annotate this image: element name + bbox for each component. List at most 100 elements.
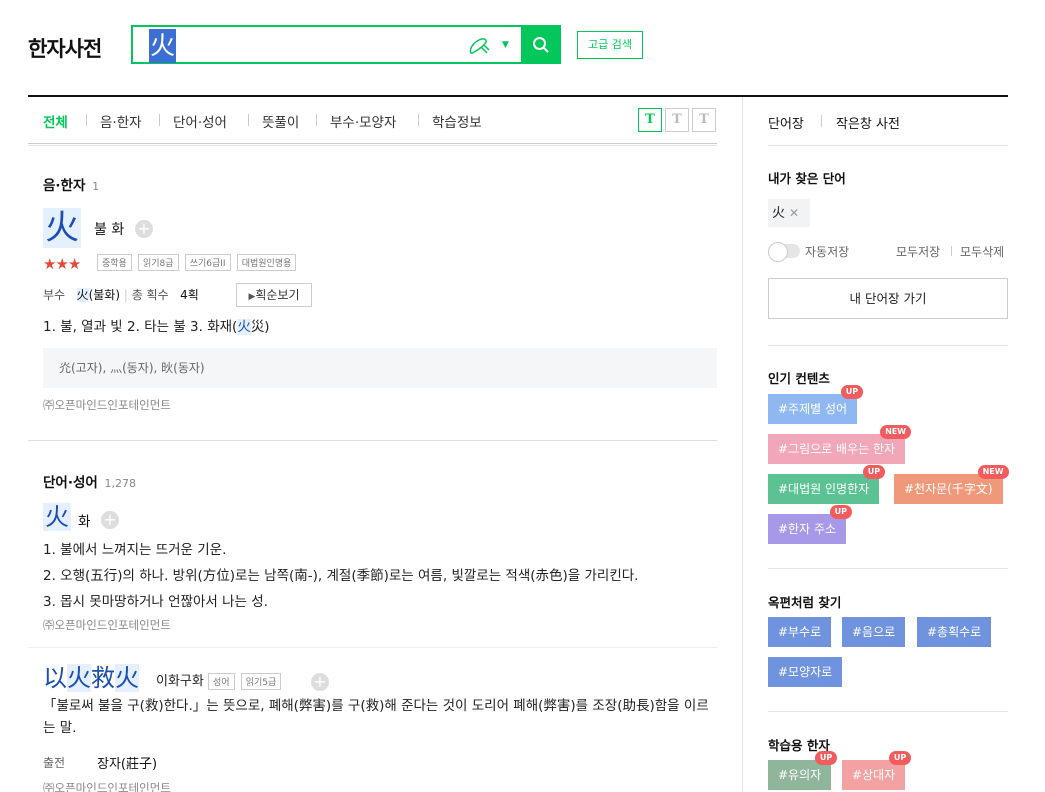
level-tag: 중학용 xyxy=(97,254,132,271)
stroke-order-button[interactable]: ▶획순보기 xyxy=(236,283,312,307)
level-tag: 읽기8급 xyxy=(137,254,179,271)
search-button[interactable] xyxy=(521,25,561,64)
tag-label: #그림으로 배우는 한자 xyxy=(778,442,896,456)
tag-label: #대법원 인명한자 xyxy=(778,482,870,496)
jade-tag-radical[interactable]: #부수로 xyxy=(768,617,832,647)
definition-line: 2. 오행(五行)의 하나. 방위(方位)로는 남쪽(南-), 계절(季節)로는… xyxy=(43,568,639,584)
hanja-reading: 불 화 xyxy=(94,222,125,238)
source-label: 출전 xyxy=(43,756,66,770)
idiom-char-highlight: 火 xyxy=(67,664,91,692)
recent-word-chip[interactable]: 火 ✕ xyxy=(768,199,810,227)
entry-divider xyxy=(28,647,717,648)
app-logo[interactable]: 한자사전 xyxy=(28,33,102,63)
new-badge: NEW xyxy=(977,465,1009,479)
add-to-wordbook-icon[interactable]: + xyxy=(101,511,119,529)
meanings-highlight[interactable]: 火 xyxy=(237,319,251,335)
column-divider xyxy=(742,97,743,792)
tab-separator xyxy=(86,114,87,126)
tab-radical[interactable]: 부수·모양자 xyxy=(330,111,396,131)
header-divider xyxy=(28,95,1008,97)
tab-separator xyxy=(159,114,160,126)
up-badge: UP xyxy=(814,751,838,765)
popular-tag[interactable]: #그림으로 배우는 한자 NEW xyxy=(768,425,912,464)
search-input[interactable]: 火 ▼ xyxy=(131,25,522,64)
tag-label: #유의자 xyxy=(778,768,822,782)
hanja-character[interactable]: 火 xyxy=(43,208,81,248)
tab-separator xyxy=(248,114,249,126)
meanings-text: 1. 불, 열과 빛 2. 타는 불 3. 화재( xyxy=(43,319,238,335)
radical-char[interactable]: 火 xyxy=(76,288,89,302)
delete-all-link[interactable]: 모두삭제 xyxy=(960,243,1004,260)
idiom-tag: 성어 xyxy=(207,673,235,690)
add-to-wordbook-icon[interactable]: + xyxy=(311,673,329,691)
word-section-title: 단어·성어 1,278 xyxy=(43,471,136,491)
sidebar-divider xyxy=(768,145,1008,146)
section-title-text: 음·한자 xyxy=(43,178,86,194)
hanja-tags: 중학용 읽기8급 쓰기6급II 대법원인명용 xyxy=(97,254,298,271)
font-size-large-button[interactable]: T xyxy=(692,108,716,132)
tab-all[interactable]: 전체 xyxy=(43,111,68,131)
section-count: 1,278 xyxy=(104,477,137,490)
level-tag: 쓰기6급II xyxy=(184,254,231,271)
idiom-tag: 읽기5급 xyxy=(240,673,282,690)
study-tag[interactable]: #상대자 UP xyxy=(842,751,912,790)
jade-tag-strokes[interactable]: #총획수로 xyxy=(917,617,992,647)
jade-tag-shape[interactable]: #모양자로 xyxy=(768,657,843,687)
jade-tag-sound[interactable]: #음으로 xyxy=(842,617,906,647)
radical-info-row: 부수 火(불화) | 총 획수 4획 xyxy=(43,288,199,302)
search-input-value: 火 xyxy=(149,29,177,63)
word-entry[interactable]: 火 xyxy=(43,503,71,531)
word-reading: 화 xyxy=(78,514,91,530)
popular-tag[interactable]: #천자문(千字文) NEW xyxy=(894,465,1009,504)
auto-save-label: 자동저장 xyxy=(805,245,850,259)
tag-label: #천자문(千字文) xyxy=(904,482,993,496)
stroke-order-label: 획순보기 xyxy=(255,288,300,302)
add-to-wordbook-icon[interactable]: + xyxy=(135,220,153,238)
tab-separator xyxy=(821,115,822,127)
tab-hanja[interactable]: 음·한자 xyxy=(100,111,142,131)
radical-label: 부수 xyxy=(43,288,66,302)
advanced-search-button[interactable]: 고급 검색 xyxy=(577,31,643,59)
tag-label: #주제별 성어 xyxy=(778,402,848,416)
tab-separator xyxy=(418,114,419,126)
font-size-medium-button[interactable]: T xyxy=(665,108,689,132)
sidebar-divider xyxy=(768,345,1008,346)
save-all-link[interactable]: 모두저장 xyxy=(896,243,940,260)
auto-save-toggle[interactable] xyxy=(768,242,800,262)
recent-word: 火 xyxy=(772,206,786,221)
sidebar-divider xyxy=(768,568,1008,569)
section-title-text: 단어·성어 xyxy=(43,475,98,491)
handwriting-input-icon[interactable] xyxy=(467,35,491,57)
recent-words-title: 내가 찾은 단어 xyxy=(768,171,846,186)
close-icon[interactable]: ✕ xyxy=(789,206,799,220)
source-credit: ㈜오픈마인드인포테인먼트 xyxy=(43,398,171,412)
idiom-entry[interactable]: 以火救火 xyxy=(43,662,139,694)
new-badge: NEW xyxy=(880,425,912,439)
section-count: 1 xyxy=(92,180,100,193)
hanja-section-title: 음·한자 1 xyxy=(43,174,99,194)
strokes-value: 4획 xyxy=(180,288,199,302)
definition-line: 3. 몹시 못마땅하거나 언짢아서 나는 성. xyxy=(43,594,268,610)
tab-study[interactable]: 학습정보 xyxy=(432,111,482,131)
level-tag: 대법원인명용 xyxy=(236,254,297,271)
tab-words[interactable]: 단어·성어 xyxy=(173,111,227,131)
source-value[interactable]: 장자(莊子) xyxy=(97,753,157,772)
up-badge: UP xyxy=(862,465,886,479)
tag-label: #상대자 xyxy=(852,768,896,782)
importance-stars: ★★★ xyxy=(43,255,81,273)
tab-meaning[interactable]: 뜻풀이 xyxy=(262,111,299,131)
popular-tag[interactable]: #한자 주소 UP xyxy=(768,505,853,544)
popular-tag[interactable]: #대법원 인명한자 UP xyxy=(768,465,886,504)
tab-wordbook[interactable]: 단어장 xyxy=(768,113,804,132)
hanja-meanings: 1. 불, 열과 빛 2. 타는 불 3. 화재(火災) xyxy=(43,315,270,335)
chevron-down-icon[interactable]: ▼ xyxy=(502,40,509,50)
idiom-reading: 이화구화 xyxy=(156,674,204,689)
study-tag[interactable]: #유의자 UP xyxy=(768,751,838,790)
tab-mini-dictionary[interactable]: 작은창 사전 xyxy=(836,113,900,132)
idiom-char: 救 xyxy=(91,664,115,692)
font-size-small-button[interactable]: T xyxy=(638,108,662,132)
my-wordbook-button[interactable]: 내 단어장 가기 xyxy=(768,278,1008,319)
idiom-reading-row: 이화구화 성어 읽기5급 xyxy=(156,670,283,690)
popular-tag[interactable]: #주제별 성어 UP xyxy=(768,385,864,424)
tag-label: #한자 주소 xyxy=(778,522,837,536)
